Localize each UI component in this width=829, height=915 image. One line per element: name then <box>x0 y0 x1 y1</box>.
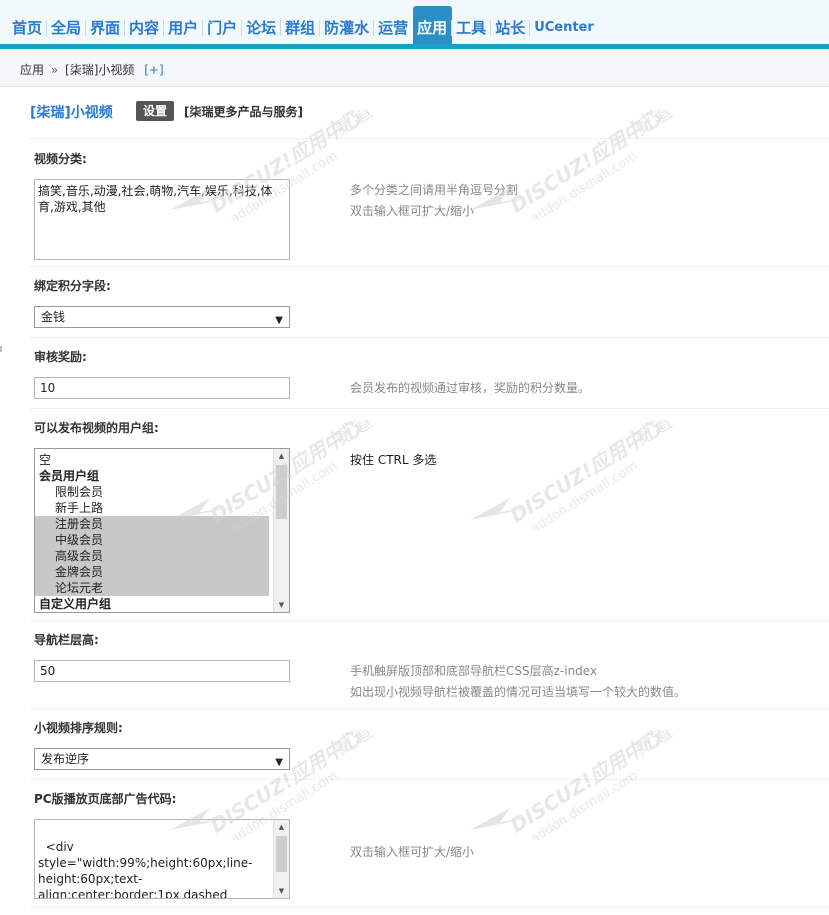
nav-item-13[interactable]: UCenter <box>529 12 599 46</box>
watermark-graphic: DISCUZ!应用中心addon.dismall.com贰道 <box>470 719 677 847</box>
scroll-thumb[interactable] <box>276 465 287 519</box>
more-products-link[interactable]: [柒瑞更多产品与服务] <box>184 103 303 120</box>
watermark: DISCUZ!应用中心 addon.dismall.com 贰道 <box>470 719 690 847</box>
credit-field-select[interactable]: 金钱 ▼ <box>34 306 290 328</box>
watermark-mark: 贰道 <box>630 420 677 450</box>
left-edge-mark <box>0 346 2 352</box>
video-category-textarea[interactable]: 搞笑,音乐,动漫,社会,萌物,汽车,娱乐,科技,体育,游戏,其他 <box>34 179 290 260</box>
scroll-up-icon[interactable]: ▲ <box>274 820 289 834</box>
watermark: DISCUZ!应用中心 addon.dismall.com 贰道 <box>470 409 690 537</box>
nav-item-4[interactable]: 用户 <box>163 12 203 46</box>
nav-item-2[interactable]: 界面 <box>85 12 125 46</box>
nav-item-3[interactable]: 内容 <box>124 12 164 46</box>
watermark-url: addon.dismall.com <box>528 459 640 530</box>
credit-field-label: 绑定积分字段: <box>34 279 111 293</box>
top-nav: 首页 全局 界面 内容 用户 门户 论坛 群组 防灌水 运营 应用 工具 站长 UCenter <box>0 0 829 49</box>
breadcrumb: 应用 » [柒瑞]小视频 [+] <box>20 61 164 78</box>
user-group-option[interactable]: 中级会员 <box>35 532 269 548</box>
watermark-brand: DISCUZ!应用中心 <box>506 730 666 838</box>
watermark-graphic: DISCUZ!应用中心addon.dismall.com 贰道 <box>470 99 677 227</box>
pc-ad-textarea-value: <div style="width:99%;height:60px;line- … <box>38 840 253 899</box>
divider <box>30 620 829 621</box>
nav-item-12[interactable]: 站长 <box>490 12 530 46</box>
setting-tab[interactable]: 设置 <box>136 101 175 121</box>
divider <box>30 337 829 338</box>
scroll-thumb[interactable] <box>276 836 287 872</box>
nav-zindex-label: 导航栏层高: <box>34 633 99 647</box>
breadcrumb-bar: 应用 » [柒瑞]小视频 [+] <box>0 49 829 87</box>
user-group-option[interactable]: 高级会员 <box>35 548 269 564</box>
watermark-graphic: DISCUZ!应用中心addon.dismall.com 贰道 <box>470 409 677 537</box>
pc-ad-textarea[interactable]: <div style="width:99%;height:60px;line- … <box>34 819 290 899</box>
divider <box>30 708 829 709</box>
divider <box>30 907 829 908</box>
dropdown-arrow-icon: ▼ <box>275 315 283 326</box>
nav-item-0[interactable]: 首页 <box>8 12 47 46</box>
breadcrumb-current: [柒瑞]小视频 <box>65 63 135 77</box>
scroll-down-icon[interactable]: ▼ <box>274 884 289 898</box>
sort-rule-select[interactable]: 发布逆序 ▼ <box>34 748 290 770</box>
divider <box>30 138 829 139</box>
sort-rule-label: 小视频排序规则: <box>34 721 123 735</box>
watermark-mark: 贰道 <box>330 730 377 760</box>
video-category-hint-2: 双击输入框可扩大/缩小 <box>350 204 475 218</box>
nav-item-1[interactable]: 全局 <box>46 12 86 46</box>
audit-reward-hint: 会员发布的视频通过审核，奖励的积分数量。 <box>350 381 591 395</box>
user-group-option[interactable]: 论坛元老 <box>35 580 269 596</box>
watermark-mark: 贰道 <box>330 420 377 450</box>
scrollbar[interactable]: ▲ ▼ <box>273 820 289 898</box>
audit-reward-input[interactable]: 10 <box>34 377 290 399</box>
watermark-mark: 贰道 <box>630 110 677 140</box>
video-category-hint-1: 多个分类之间请用半角逗号分割 <box>350 183 519 197</box>
plugin-title[interactable]: [柒瑞]小视频 <box>30 102 113 122</box>
nav-item-6[interactable]: 论坛 <box>241 12 281 46</box>
dropdown-arrow-icon: ▼ <box>275 757 283 768</box>
divider <box>30 779 829 780</box>
nav-zindex-input[interactable]: 50 <box>34 660 290 682</box>
user-group-option[interactable]: 新手上路 <box>35 500 269 516</box>
pc-ad-label: PC版播放页底部广告代码: <box>34 792 177 806</box>
divider <box>30 266 829 267</box>
divider <box>30 408 829 409</box>
nav-zindex-hint-1: 手机触屏版顶部和底部导航栏CSS层高z-index <box>350 664 598 678</box>
scroll-up-icon[interactable]: ▲ <box>274 449 289 463</box>
user-group-option[interactable]: 会员用户组 <box>35 468 269 484</box>
watermark-mark: 贰道 <box>330 110 377 140</box>
user-groups-hint: 按住 CTRL 多选 <box>350 453 437 467</box>
nav-item-10[interactable]: 应用 <box>413 6 453 44</box>
user-groups-multiselect[interactable]: 空会员用户组 限制会员 新手上路 注册会员 中级会员 高级会员 金牌会员 论坛元老 自定义用户组… <box>34 448 290 613</box>
watermark-url: addon.dismall.com <box>528 149 640 220</box>
user-group-option[interactable]: 自定义用户组 <box>35 596 269 612</box>
nav-item-11[interactable]: 工具 <box>451 12 491 46</box>
video-category-label: 视频分类: <box>34 152 87 166</box>
user-groups-options: 空会员用户组 限制会员 新手上路 注册会员 中级会员 高级会员 金牌会员 论坛元老 自定义用户组 <box>35 449 289 612</box>
watermark-brand: DISCUZ!应用中心 <box>506 110 666 218</box>
nav-item-5[interactable]: 门户 <box>202 12 242 46</box>
user-group-option[interactable]: 金牌会员 <box>35 564 269 580</box>
pc-ad-hint: 双击输入框可扩大/缩小 <box>350 845 475 859</box>
user-group-option[interactable]: 限制会员 <box>35 484 269 500</box>
user-group-option[interactable]: 空 <box>35 452 269 468</box>
user-group-option[interactable]: 注册会员 <box>35 516 269 532</box>
watermark-brand: DISCUZ!应用中心 <box>506 420 666 528</box>
user-groups-label: 可以发布视频的用户组: <box>34 421 159 435</box>
scroll-down-icon[interactable]: ▼ <box>274 598 289 612</box>
audit-reward-label: 审核奖励: <box>34 350 87 364</box>
nav-item-9[interactable]: 运营 <box>373 12 413 46</box>
nav-item-8[interactable]: 防灌水 <box>319 12 374 46</box>
breadcrumb-add-link[interactable]: [+] <box>144 63 163 77</box>
breadcrumb-root[interactable]: 应用 <box>20 63 44 77</box>
sort-rule-value: 发布逆序 <box>41 752 90 766</box>
watermark-mark: 贰道 <box>630 730 677 760</box>
credit-field-value: 金钱 <box>41 310 66 324</box>
nav-zindex-hint-2: 如出现小视频导航栏被覆盖的情况可适当填写一个较大的数值。 <box>350 685 687 699</box>
scrollbar[interactable]: ▲ ▼ <box>273 449 289 612</box>
watermark: DISCUZ!应用中心 addon.dismall.com 贰道 <box>470 99 690 227</box>
nav-item-7[interactable]: 群组 <box>280 12 320 46</box>
breadcrumb-separator: » <box>50 63 59 77</box>
